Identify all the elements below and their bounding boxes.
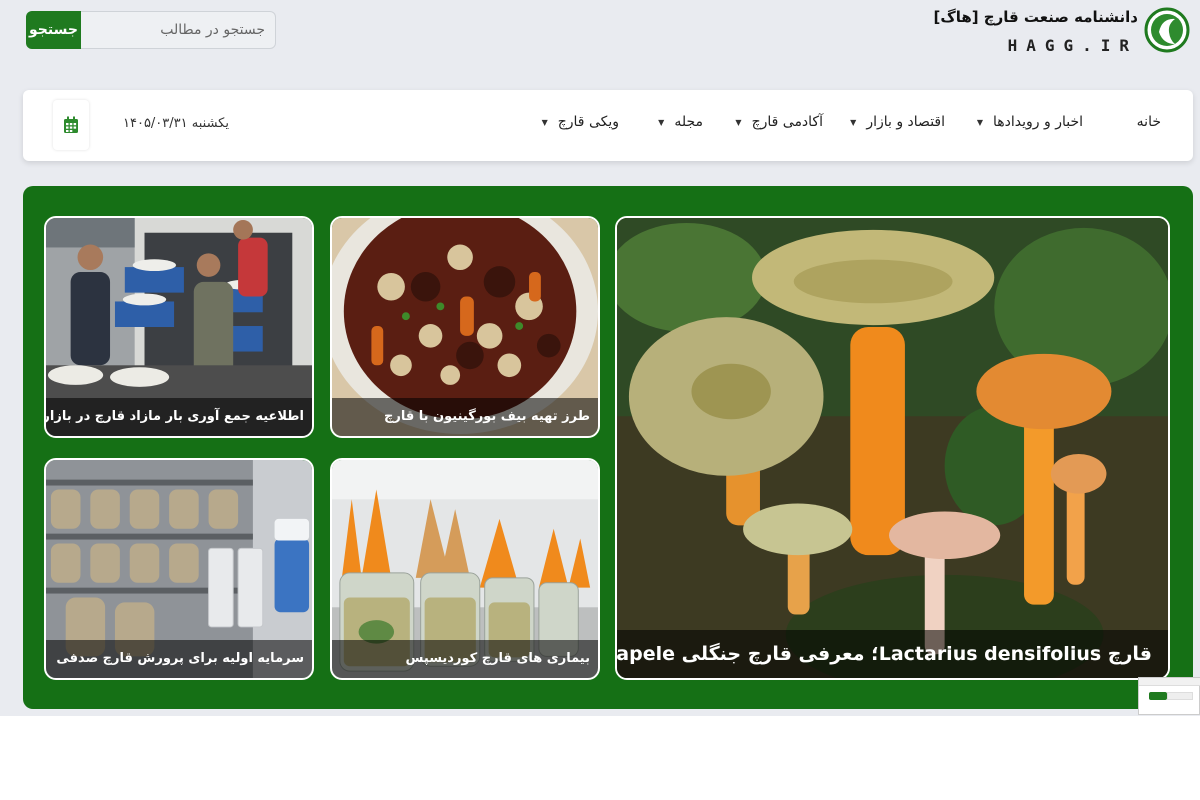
featured-card[interactable]: طرز تهیه بیف بورگینیون با قارچ [330,216,600,438]
nav-item-label: اقتصاد و بازار [866,114,945,130]
featured-card-title[interactable]: اطلاعیه جمع آوری بار مازاد قارچ در بازار [46,398,312,436]
caret-down-icon: ▼ [976,117,983,127]
featured-card-title[interactable]: سرمایه اولیه برای پرورش قارچ صدفی [46,640,312,678]
preview-tab-bar [1139,678,1200,686]
featured-articles: قارچ Lactarius densifolius؛ معرفی قارچ ج… [23,186,1193,709]
logo-title: دانشنامه صنعت قارچ [هاگ] [933,8,1138,26]
calendar-icon [64,116,78,133]
search-button[interactable]: جستجو [26,11,81,49]
featured-card[interactable]: سرمایه اولیه برای پرورش قارچ صدفی [44,458,314,680]
calendar-button[interactable] [53,100,89,150]
main-navigation: خانه اخبار و رویدادها ▼ اقتصاد و بازار ▼ آ… [23,90,1193,161]
mushroom-forest-image [617,218,1168,678]
nav-item-label: مجله [674,114,703,130]
featured-card[interactable]: بیماری های قارچ کوردیسپس [330,458,600,680]
caret-down-icon: ▼ [735,117,742,127]
featured-card-title[interactable]: طرز تهیه بیف بورگینیون با قارچ [332,398,598,436]
nav-item-wiki[interactable]: ویکی قارچ ▼ [542,114,619,130]
logo-domain: HAGG.IR [1007,36,1138,55]
caret-down-icon: ▼ [658,117,665,127]
nav-item-academy[interactable]: آکادمی قارچ ▼ [735,114,823,130]
preview-search-button [1149,692,1167,700]
featured-card[interactable]: اطلاعیه جمع آوری بار مازاد قارچ در بازار [44,216,314,438]
featured-main-title[interactable]: قارچ Lactarius densifolius؛ معرفی قارچ ج… [617,630,1168,678]
caret-down-icon: ▼ [541,117,548,127]
preview-thumbnail [1138,677,1200,715]
featured-main-card[interactable]: قارچ Lactarius densifolius؛ معرفی قارچ ج… [615,216,1170,680]
nav-item-economy[interactable]: اقتصاد و بازار ▼ [850,114,945,130]
caret-down-icon: ▼ [850,117,857,127]
nav-item-home[interactable]: خانه [1137,114,1161,130]
nav-item-label: اخبار و رویدادها [993,114,1083,130]
search-bar: جستجو [26,11,276,49]
preview-search-input [1167,692,1193,700]
nav-item-label: آکادمی قارچ [751,114,823,130]
mushroom-logo-icon [1144,7,1190,53]
nav-item-magazine[interactable]: مجله ▼ [658,114,703,130]
site-logo[interactable]: دانشنامه صنعت قارچ [هاگ] HAGG.IR [933,2,1190,62]
nav-item-news[interactable]: اخبار و رویدادها ▼ [977,114,1083,130]
featured-card-title[interactable]: بیماری های قارچ کوردیسپس [332,640,598,678]
nav-item-label: ویکی قارچ [557,114,619,130]
search-input[interactable] [81,11,276,49]
current-date: یکشنبه ۱۴۰۵/۰۳/۳۱ [123,116,229,131]
nav-item-label: خانه [1136,114,1161,130]
